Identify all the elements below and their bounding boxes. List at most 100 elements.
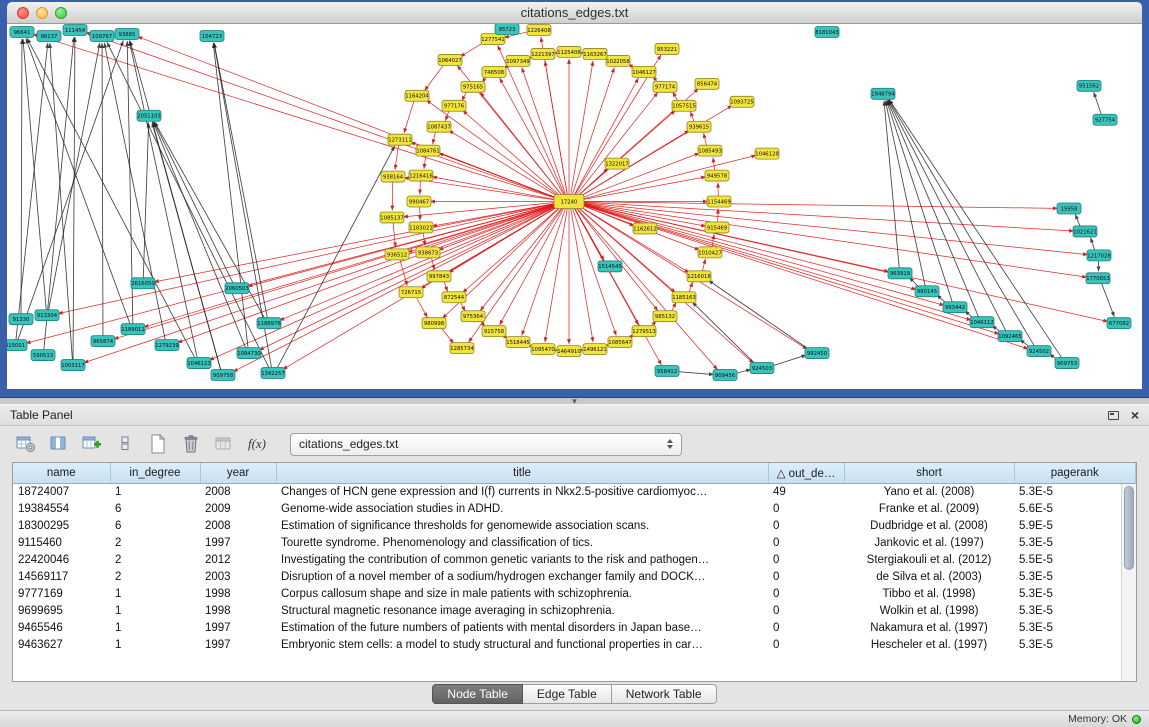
table-cell[interactable]: 5.3E-5 xyxy=(1014,602,1136,619)
graph-node[interactable]: 95723 xyxy=(495,24,519,34)
graph-node[interactable]: 1770653 xyxy=(1086,273,1110,284)
graph-node[interactable]: 1057515 xyxy=(672,100,696,111)
table-selector-dropdown[interactable]: citations_edges.txt xyxy=(290,433,682,456)
graph-node[interactable]: 1046112 xyxy=(970,317,994,328)
table-cell[interactable]: 5.3E-5 xyxy=(1014,534,1136,551)
graph-node[interactable]: 909456 xyxy=(713,370,737,381)
column-header[interactable]: in_degree xyxy=(110,463,200,483)
table-cell[interactable]: 1 xyxy=(110,636,200,653)
graph-node[interactable]: 315001 xyxy=(7,340,27,351)
citation-network-graph[interactable]: 1724011254081221397109734974850897516597… xyxy=(7,24,1142,389)
table-cell[interactable]: Wolkin et al. (1998) xyxy=(844,602,1014,619)
table-row[interactable]: 946362711997Embryonic stem cells: a mode… xyxy=(13,636,1136,653)
merge-tables-icon[interactable] xyxy=(210,431,238,457)
table-cell[interactable]: Estimation of significance thresholds fo… xyxy=(276,517,768,534)
table-cell[interactable]: 9115460 xyxy=(13,534,110,551)
select-columns-icon[interactable] xyxy=(45,431,73,457)
graph-node[interactable]: 1221397 xyxy=(531,48,555,59)
table-cell[interactable]: 9777169 xyxy=(13,585,110,602)
table-cell[interactable]: 14569117 xyxy=(13,568,110,585)
minimize-window-button[interactable] xyxy=(36,7,48,19)
graph-node[interactable]: 975165 xyxy=(461,81,485,92)
table-cell[interactable]: 9465546 xyxy=(13,619,110,636)
graph-node[interactable]: 1125408 xyxy=(557,46,581,57)
scrollbar-thumb[interactable] xyxy=(1124,486,1134,570)
graph-node[interactable]: 1046123 xyxy=(187,358,211,369)
table-cell[interactable]: Structural magnetic resonance image aver… xyxy=(276,602,768,619)
graph-node[interactable]: 111454 xyxy=(63,24,87,35)
graph-node[interactable]: 109767 xyxy=(90,30,114,41)
graph-node[interactable]: 1948794 xyxy=(871,88,895,99)
graph-node[interactable]: 965874 xyxy=(91,336,115,347)
graph-node[interactable]: 1046127 xyxy=(632,66,656,77)
network-window-titlebar[interactable]: citations_edges.txt xyxy=(7,2,1142,24)
table-cell[interactable]: 6 xyxy=(110,517,200,534)
table-cell[interactable]: Stergiakouli et al. (2012) xyxy=(844,551,1014,568)
graph-node[interactable]: 977174 xyxy=(653,81,677,92)
table-cell[interactable]: 5.3E-5 xyxy=(1014,483,1136,500)
graph-node[interactable]: 977176 xyxy=(442,100,466,111)
table-cell[interactable]: 0 xyxy=(768,568,844,585)
graph-node[interactable]: 96641 xyxy=(10,26,34,37)
graph-node[interactable]: 949578 xyxy=(705,170,729,181)
graph-node[interactable]: 927754 xyxy=(1093,114,1117,125)
new-table-icon[interactable] xyxy=(144,431,172,457)
graph-node[interactable]: 1226408 xyxy=(527,24,551,35)
table-cell[interactable]: 9699695 xyxy=(13,602,110,619)
import-table-icon[interactable] xyxy=(78,431,106,457)
table-cell[interactable]: 5.3E-5 xyxy=(1014,568,1136,585)
graph-node[interactable]: 1085493 xyxy=(698,145,722,156)
table-cell[interactable]: Dudbridge et al. (2008) xyxy=(844,517,1014,534)
column-header[interactable]: name xyxy=(13,463,110,483)
graph-node[interactable]: 1087437 xyxy=(427,121,451,132)
table-cell[interactable]: 1997 xyxy=(200,619,276,636)
graph-node[interactable]: 1163267 xyxy=(583,48,607,59)
table-cell[interactable]: 19384554 xyxy=(13,500,110,517)
delete-table-icon[interactable] xyxy=(177,431,205,457)
table-cell[interactable]: de Silva et al. (2003) xyxy=(844,568,1014,585)
table-cell[interactable]: 49 xyxy=(768,483,844,500)
table-cell[interactable]: Franke et al. (2009) xyxy=(844,500,1014,517)
graph-node[interactable]: 924503 xyxy=(750,363,774,374)
function-builder-icon[interactable]: f(x) xyxy=(243,431,271,457)
table-cell[interactable]: Investigating the contribution of common… xyxy=(276,551,768,568)
column-header[interactable]: short xyxy=(844,463,1014,483)
table-cell[interactable]: 1998 xyxy=(200,585,276,602)
graph-node[interactable]: 590513 xyxy=(31,350,55,361)
graph-node[interactable]: 1322017 xyxy=(605,158,629,169)
column-header[interactable]: title xyxy=(276,463,768,483)
table-cell[interactable]: 6 xyxy=(110,500,200,517)
graph-node[interactable]: 726715 xyxy=(399,287,423,298)
table-row[interactable]: 2242004622012Investigating the contribut… xyxy=(13,551,1136,568)
table-cell[interactable]: Nakamura et al. (1997) xyxy=(844,619,1014,636)
table-cell[interactable]: 1998 xyxy=(200,602,276,619)
table-cell[interactable]: 2012 xyxy=(200,551,276,568)
table-settings-icon[interactable] xyxy=(12,431,40,457)
rows-icon[interactable] xyxy=(111,431,139,457)
graph-node[interactable]: 939615 xyxy=(687,121,711,132)
table-cell[interactable]: 5.3E-5 xyxy=(1014,636,1136,653)
graph-node[interactable]: 8181043 xyxy=(815,26,839,37)
table-cell[interactable]: 1 xyxy=(110,602,200,619)
table-row[interactable]: 1830029562008Estimation of significance … xyxy=(13,517,1136,534)
table-cell[interactable]: 2003 xyxy=(200,568,276,585)
graph-node[interactable]: 951562 xyxy=(1077,80,1101,91)
graph-node[interactable]: 924502 xyxy=(1027,346,1051,357)
graph-node[interactable]: 1092465 xyxy=(998,331,1022,342)
table-cell[interactable]: 5.6E-5 xyxy=(1014,500,1136,517)
graph-node[interactable]: 1022058 xyxy=(606,55,630,66)
column-header[interactable]: year xyxy=(200,463,276,483)
graph-node[interactable]: 963919 xyxy=(888,268,912,279)
table-cell[interactable]: 9463627 xyxy=(13,636,110,653)
table-cell[interactable]: 22420046 xyxy=(13,551,110,568)
table-cell[interactable]: Embryonic stem cells: a model to study s… xyxy=(276,636,768,653)
graph-node[interactable]: 958412 xyxy=(655,366,679,377)
graph-node[interactable]: 2060503 xyxy=(225,283,249,294)
table-cell[interactable]: 5.3E-5 xyxy=(1014,585,1136,602)
graph-node[interactable]: 1273111 xyxy=(388,134,412,145)
graph-node[interactable]: 86137 xyxy=(37,30,61,41)
graph-node[interactable]: 1154469 xyxy=(707,196,731,207)
table-cell[interactable]: Yano et al. (2008) xyxy=(844,483,1014,500)
graph-node[interactable]: 1093725 xyxy=(730,96,754,107)
graph-node[interactable]: 1094730 xyxy=(237,348,261,359)
